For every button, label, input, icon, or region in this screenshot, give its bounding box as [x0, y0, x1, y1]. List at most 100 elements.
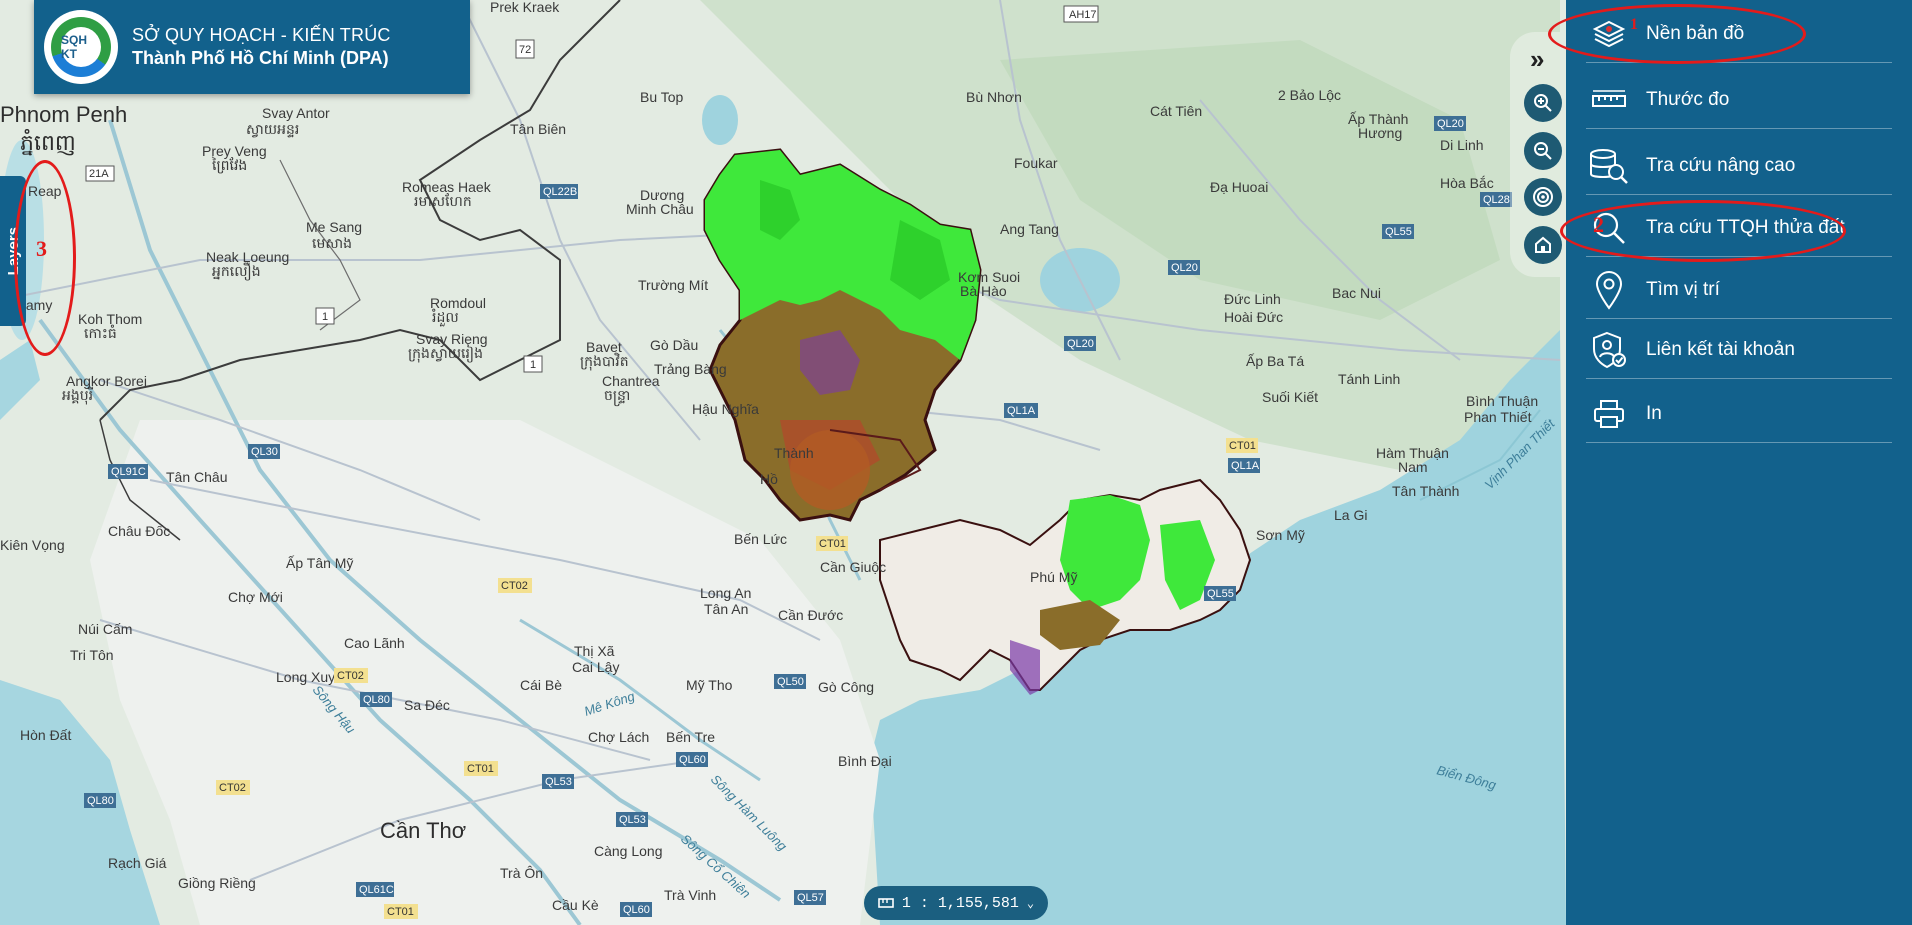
map-label: Minh Châu [626, 201, 694, 217]
road-badge: QL20 [1168, 260, 1200, 275]
road-badge: QL30 [248, 444, 280, 459]
expand-panel-icon[interactable]: » [1530, 44, 1544, 75]
zoom-in-button[interactable] [1524, 84, 1562, 122]
svg-text:CT01: CT01 [819, 538, 846, 550]
road-badge: QL57 [794, 890, 826, 905]
scale-value: 1 : 1,155,581 [901, 894, 1019, 912]
location-pin-icon [1595, 271, 1623, 310]
road-badge: AH17 [1063, 5, 1099, 23]
map-label: Cát Tiên [1150, 103, 1202, 119]
menu-item-measure[interactable]: Thước đo [1586, 72, 1892, 129]
map-label: Trà Vinh [664, 887, 716, 903]
road-badge: CT01 [816, 536, 848, 551]
map-label: ភ្នំពេញ [20, 129, 76, 156]
road-badge: QL91C [108, 464, 148, 479]
map-label: Bến Tre [666, 729, 715, 745]
menu-item-label: Thước đo [1646, 89, 1730, 110]
map-label: Ấp Tân Mỹ [286, 555, 353, 571]
svg-text:QL91C: QL91C [111, 466, 146, 478]
scale-selector[interactable]: 1 : 1,155,581 ⌄ [864, 886, 1048, 920]
svg-text:QL80: QL80 [363, 694, 390, 706]
map-label: Kiên Vọng [0, 537, 65, 553]
printer-icon [1594, 400, 1624, 428]
map-label: Cái Bè [520, 677, 562, 693]
map-label: Bu Top [640, 89, 684, 105]
map-label: អង្គបុរី [62, 386, 93, 405]
road-badge: CT02 [216, 780, 250, 795]
map-label: កោះធំ [84, 324, 117, 341]
road-badge: CT01 [384, 904, 418, 919]
home-button[interactable] [1524, 226, 1562, 264]
map-label: Cần Giuộc [820, 559, 886, 575]
map-label: ក្រុងបាវិត [580, 352, 629, 371]
map-label: Núi Cấm [78, 621, 132, 637]
map-label: Suối Kiết [1262, 389, 1318, 405]
map-label: Chợ Mới [228, 589, 283, 605]
map-label: La Gi [1334, 507, 1367, 523]
app-header: SQH KT SỞ QUY HOẠCH - KIẾN TRÚC Thành Ph… [34, 0, 470, 94]
road-badge: CT01 [464, 761, 498, 776]
map-label: Thị Xã [574, 643, 615, 659]
svg-text:QL30: QL30 [251, 446, 278, 458]
ruler-icon [878, 898, 894, 908]
svg-text:QL61C: QL61C [359, 884, 394, 896]
road-badge: QL20 [1434, 116, 1466, 131]
svg-text:QL50: QL50 [777, 676, 804, 688]
svg-text:QL20: QL20 [1171, 262, 1198, 274]
header-city-name: Thành Phố Hồ Chí Minh (DPA) [132, 48, 389, 68]
annotation-number: 1 [1630, 16, 1638, 33]
map-label: Trà Ôn [500, 865, 543, 881]
svg-text:CT01: CT01 [387, 906, 414, 918]
locate-button[interactable] [1524, 178, 1562, 216]
menu-item-link-account[interactable]: Liên kết tài khoản [1586, 322, 1892, 379]
app-logo[interactable]: SQH KT [44, 10, 118, 84]
map-label: Long An [700, 585, 751, 601]
svg-text:CT01: CT01 [1229, 440, 1256, 452]
ruler-icon [1592, 90, 1626, 107]
map-label: 2 Bảo Lộc [1278, 87, 1341, 103]
target-icon [1533, 187, 1553, 207]
svg-text:QL57: QL57 [797, 892, 824, 904]
map-label: Svay Antor [262, 105, 330, 121]
map-label: Cầu Kè [552, 897, 599, 913]
svg-text:QL60: QL60 [679, 754, 706, 766]
menu-item-label: Tìm vị trí [1646, 279, 1720, 300]
menu-item-print[interactable]: In [1586, 386, 1892, 443]
map-label: Bà Hào [960, 283, 1007, 299]
map-label: រមាសហែក [414, 193, 472, 209]
road-badge: QL53 [616, 812, 648, 827]
map-label: Tân Thành [1392, 483, 1459, 499]
menu-item-advanced-search[interactable]: Tra cứu nâng cao [1586, 138, 1892, 195]
map-label: Nam [1398, 459, 1428, 475]
home-icon [1535, 236, 1551, 253]
map-label: Ang Tang [1000, 221, 1059, 237]
menu-item-find-location[interactable]: Tìm vị trí [1586, 262, 1892, 319]
menu-item-label: Liên kết tài khoản [1646, 339, 1795, 360]
map-label: រំដួល [431, 308, 458, 327]
svg-text:CT02: CT02 [501, 580, 528, 592]
map-label: Gò Công [818, 679, 874, 695]
road-badge: QL60 [676, 752, 708, 767]
road-badge: QL80 [84, 793, 116, 808]
road-badge: QL55 [1204, 586, 1236, 601]
map-label: Cao Lãnh [344, 635, 405, 651]
road-badge: QL28 [1480, 192, 1512, 207]
map-label: Rạch Giá [108, 855, 167, 871]
road-badge: QL60 [620, 902, 652, 917]
svg-text:QL1A: QL1A [1231, 460, 1260, 472]
zoom-out-button[interactable] [1524, 132, 1562, 170]
road-badge: 72 [515, 39, 535, 59]
svg-text:QL1A: QL1A [1007, 405, 1036, 417]
svg-text:AH17: AH17 [1069, 9, 1097, 21]
map-label: Thành [774, 445, 814, 461]
map-label: Phnom Penh [0, 102, 127, 127]
database-search-icon [1590, 149, 1628, 184]
svg-text:QL55: QL55 [1207, 588, 1234, 600]
map-label: Giồng Riềng [178, 875, 256, 891]
map-label: Bình Đại [838, 753, 892, 769]
map-label: Hòn Đất [20, 727, 71, 743]
map-label: Trường Mít [638, 277, 708, 293]
map-label: អ្នកលឿង [212, 262, 261, 281]
zoom-out-icon [1534, 142, 1552, 160]
road-badge: CT02 [498, 578, 532, 593]
